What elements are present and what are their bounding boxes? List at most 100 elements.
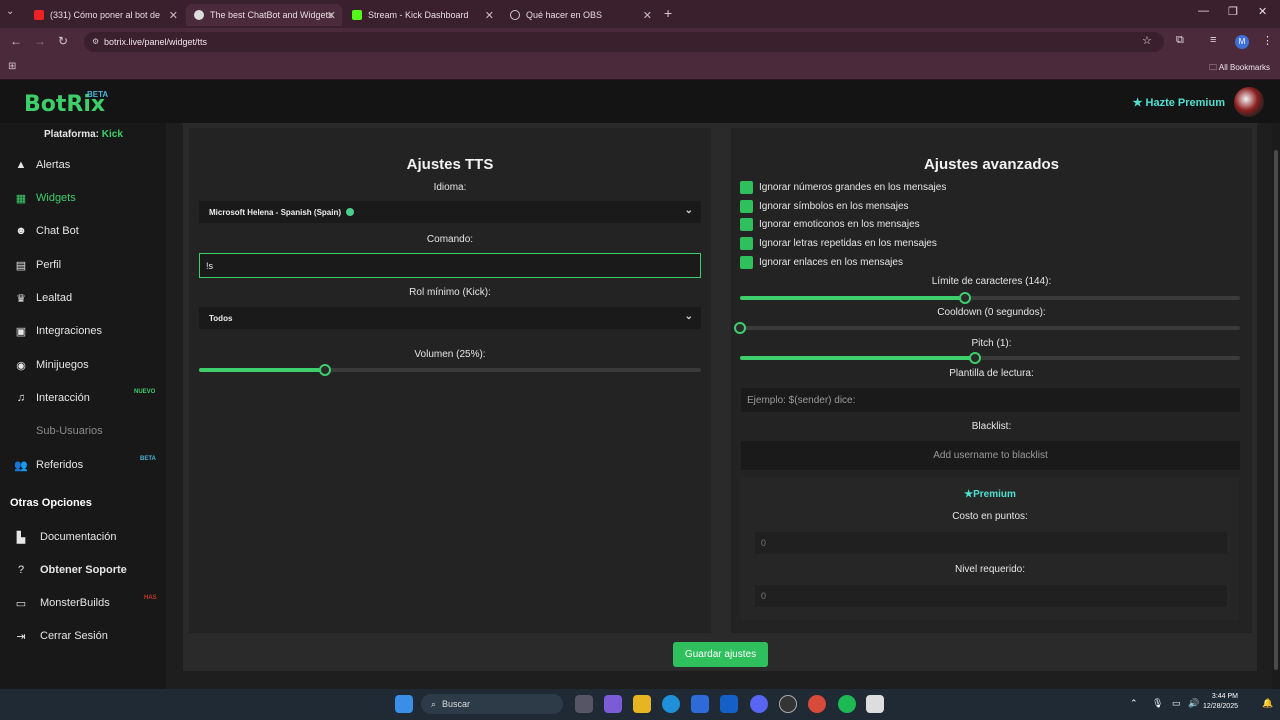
sidebar-item-widgets[interactable]: ▦ Widgets — [14, 189, 76, 207]
ignore-symbols-checkbox[interactable]: Ignorar símbolos en los mensajes — [740, 199, 909, 213]
language-select[interactable]: Microsoft Helena - Spanish (Spain) ⌄ — [199, 201, 701, 223]
url-field[interactable]: ⚙ botrix.live/panel/widget/tts — [84, 32, 1164, 52]
char-limit-slider-thumb[interactable] — [959, 292, 971, 304]
checkbox-checked[interactable] — [740, 255, 753, 269]
checkbox-checked[interactable] — [740, 217, 753, 231]
sidebar-item-label: Minijuegos — [36, 359, 89, 371]
tab-youtube[interactable]: (331) Cómo poner al bot de ✕ — [26, 4, 184, 26]
save-button[interactable]: Guardar ajustes — [673, 642, 768, 667]
checkbox-checked[interactable] — [740, 236, 753, 250]
chrome-icon[interactable] — [808, 695, 826, 713]
sidebar-item-soporte[interactable]: ? Obtener Soporte — [14, 561, 127, 579]
start-icon[interactable] — [395, 695, 413, 713]
user-avatar[interactable] — [1234, 87, 1264, 117]
bookmark-star-icon[interactable]: ☆ — [1142, 34, 1152, 47]
maximize-icon[interactable]: ❐ — [1228, 5, 1238, 18]
tab-botrix[interactable]: The best ChatBot and Widgets ✕ — [186, 4, 342, 26]
cooldown-slider[interactable] — [734, 322, 1240, 334]
pitch-slider[interactable] — [740, 352, 1240, 364]
tab-obs[interactable]: Qué hacer en OBS ✕ — [502, 4, 658, 26]
widgets-icon: ▦ — [15, 192, 27, 205]
sidebar-item-integraciones[interactable]: ▣ Integraciones — [14, 322, 102, 340]
premium-link[interactable]: ★ Hazte Premium — [1133, 96, 1225, 109]
blacklist-input[interactable]: Add username to blacklist — [741, 441, 1240, 470]
template-input[interactable]: Ejemplo: $(sender) dice: — [741, 388, 1240, 412]
clock-time: 3:44 PM — [1211, 693, 1238, 700]
sidebar-item-minijuegos[interactable]: ◉ Minijuegos — [14, 356, 89, 374]
minimize-icon[interactable]: — — [1198, 5, 1209, 17]
template-placeholder: Ejemplo: $(sender) dice: — [747, 394, 856, 406]
checkbox-checked[interactable] — [740, 199, 753, 213]
sidebar-item-perfil[interactable]: ▤ Perfil — [14, 256, 61, 274]
site-info-icon[interactable]: ⚙ — [92, 37, 99, 46]
file-explorer-icon[interactable] — [633, 695, 651, 713]
volume-icon[interactable]: 🔊 — [1188, 698, 1199, 709]
role-select[interactable]: Todos ⌄ — [199, 307, 701, 329]
copilot-icon[interactable] — [604, 695, 622, 713]
template-label: Plantilla de lectura: — [949, 368, 1034, 379]
close-icon[interactable]: ✕ — [327, 9, 336, 22]
sidebar-item-label: MonsterBuilds — [40, 597, 110, 609]
gamepad-icon: ◉ — [16, 359, 26, 372]
checkbox-checked[interactable] — [740, 180, 753, 194]
spotify-icon[interactable] — [838, 695, 856, 713]
forward-icon[interactable]: → — [34, 34, 46, 48]
new-tab-button[interactable]: + — [664, 5, 672, 21]
pitch-slider-thumb[interactable] — [969, 352, 981, 364]
platform-indicator: Plataforma: Kick — [44, 129, 123, 140]
sidebar-item-referidos[interactable]: 👥 Referidos — [14, 456, 83, 474]
sidebar-item-cerrar-sesion[interactable]: ⇥ Cerrar Sesión — [14, 627, 107, 645]
page-scrollbar-thumb[interactable] — [1274, 150, 1278, 670]
ignore-emotes-checkbox[interactable]: Ignorar emoticonos en los mensajes — [740, 217, 920, 231]
app-icon[interactable] — [866, 695, 884, 713]
bookmarks-bar: ⊞ 🗀 All Bookmarks — [0, 56, 1280, 80]
reload-icon[interactable]: ↻ — [58, 34, 68, 48]
sidebar-item-sub-usuarios[interactable]: Sub-Usuarios — [36, 422, 103, 440]
taskbar-search[interactable]: ⌕ Buscar — [421, 694, 563, 714]
sidebar-item-lealtad[interactable]: ♛ Lealtad — [14, 289, 72, 307]
edge-icon[interactable] — [662, 695, 680, 713]
ignore-links-checkbox[interactable]: Ignorar enlaces en los mensajes — [740, 255, 903, 269]
sidebar-item-monsterbuilds[interactable]: ▭ MonsterBuilds — [14, 594, 110, 612]
tab-kick[interactable]: Stream - Kick Dashboard ✕ — [344, 4, 500, 26]
volume-slider[interactable] — [199, 364, 701, 376]
ignore-repeated-checkbox[interactable]: Ignorar letras repetidas en los mensajes — [740, 236, 937, 250]
store-icon[interactable] — [691, 695, 709, 713]
task-view-icon[interactable] — [575, 695, 593, 713]
close-icon[interactable]: ✕ — [643, 9, 652, 22]
tab-search-icon[interactable]: ⌄ — [6, 6, 14, 17]
checkbox-label: Ignorar símbolos en los mensajes — [759, 200, 909, 212]
tray-chevron-icon[interactable]: ⌃ — [1130, 698, 1138, 709]
menu-icon[interactable]: ⋮ — [1262, 34, 1273, 47]
command-input[interactable]: !s — [199, 253, 701, 278]
cooldown-slider-thumb[interactable] — [734, 322, 746, 334]
sidebar-item-documentacion[interactable]: ▙ Documentación — [14, 528, 117, 546]
sidebar-item-alertas[interactable]: ▲ Alertas — [14, 156, 71, 174]
media-icon[interactable]: ≡ — [1210, 34, 1216, 46]
app-header — [0, 80, 1280, 123]
char-limit-slider[interactable] — [740, 292, 1240, 304]
network-icon[interactable]: ▭ — [1172, 698, 1181, 709]
close-icon[interactable]: ✕ — [485, 9, 494, 22]
tab-title: (331) Cómo poner al bot de — [50, 10, 161, 20]
level-input[interactable]: 0 — [755, 585, 1227, 607]
microphone-icon[interactable]: 🎙 — [1152, 698, 1163, 709]
back-icon[interactable]: ← — [10, 34, 22, 48]
close-icon[interactable]: ✕ — [169, 9, 178, 22]
mail-icon[interactable] — [720, 695, 738, 713]
volume-slider-thumb[interactable] — [318, 364, 331, 376]
cost-input[interactable]: 0 — [755, 532, 1227, 554]
profile-avatar[interactable]: M — [1235, 35, 1249, 49]
sidebar-item-interaccion[interactable]: ♫ Interacción — [14, 389, 90, 407]
window-close-icon[interactable]: ✕ — [1258, 5, 1267, 18]
taskbar-clock[interactable]: 3:44 PM 12/28/2025 — [1203, 692, 1238, 712]
discord-icon[interactable] — [750, 695, 768, 713]
obs-taskbar-icon[interactable] — [779, 695, 797, 713]
sidebar-item-chat-bot[interactable]: ☻ Chat Bot — [14, 222, 79, 240]
extensions-icon[interactable]: ⧉ — [1176, 34, 1184, 47]
url-text: botrix.live/panel/widget/tts — [104, 37, 208, 47]
apps-icon[interactable]: ⊞ — [8, 61, 16, 72]
ignore-numbers-checkbox[interactable]: Ignorar números grandes en los mensajes — [740, 180, 946, 194]
all-bookmarks-link[interactable]: 🗀 All Bookmarks — [1209, 62, 1270, 76]
notifications-icon[interactable]: 🔔 — [1262, 698, 1273, 709]
